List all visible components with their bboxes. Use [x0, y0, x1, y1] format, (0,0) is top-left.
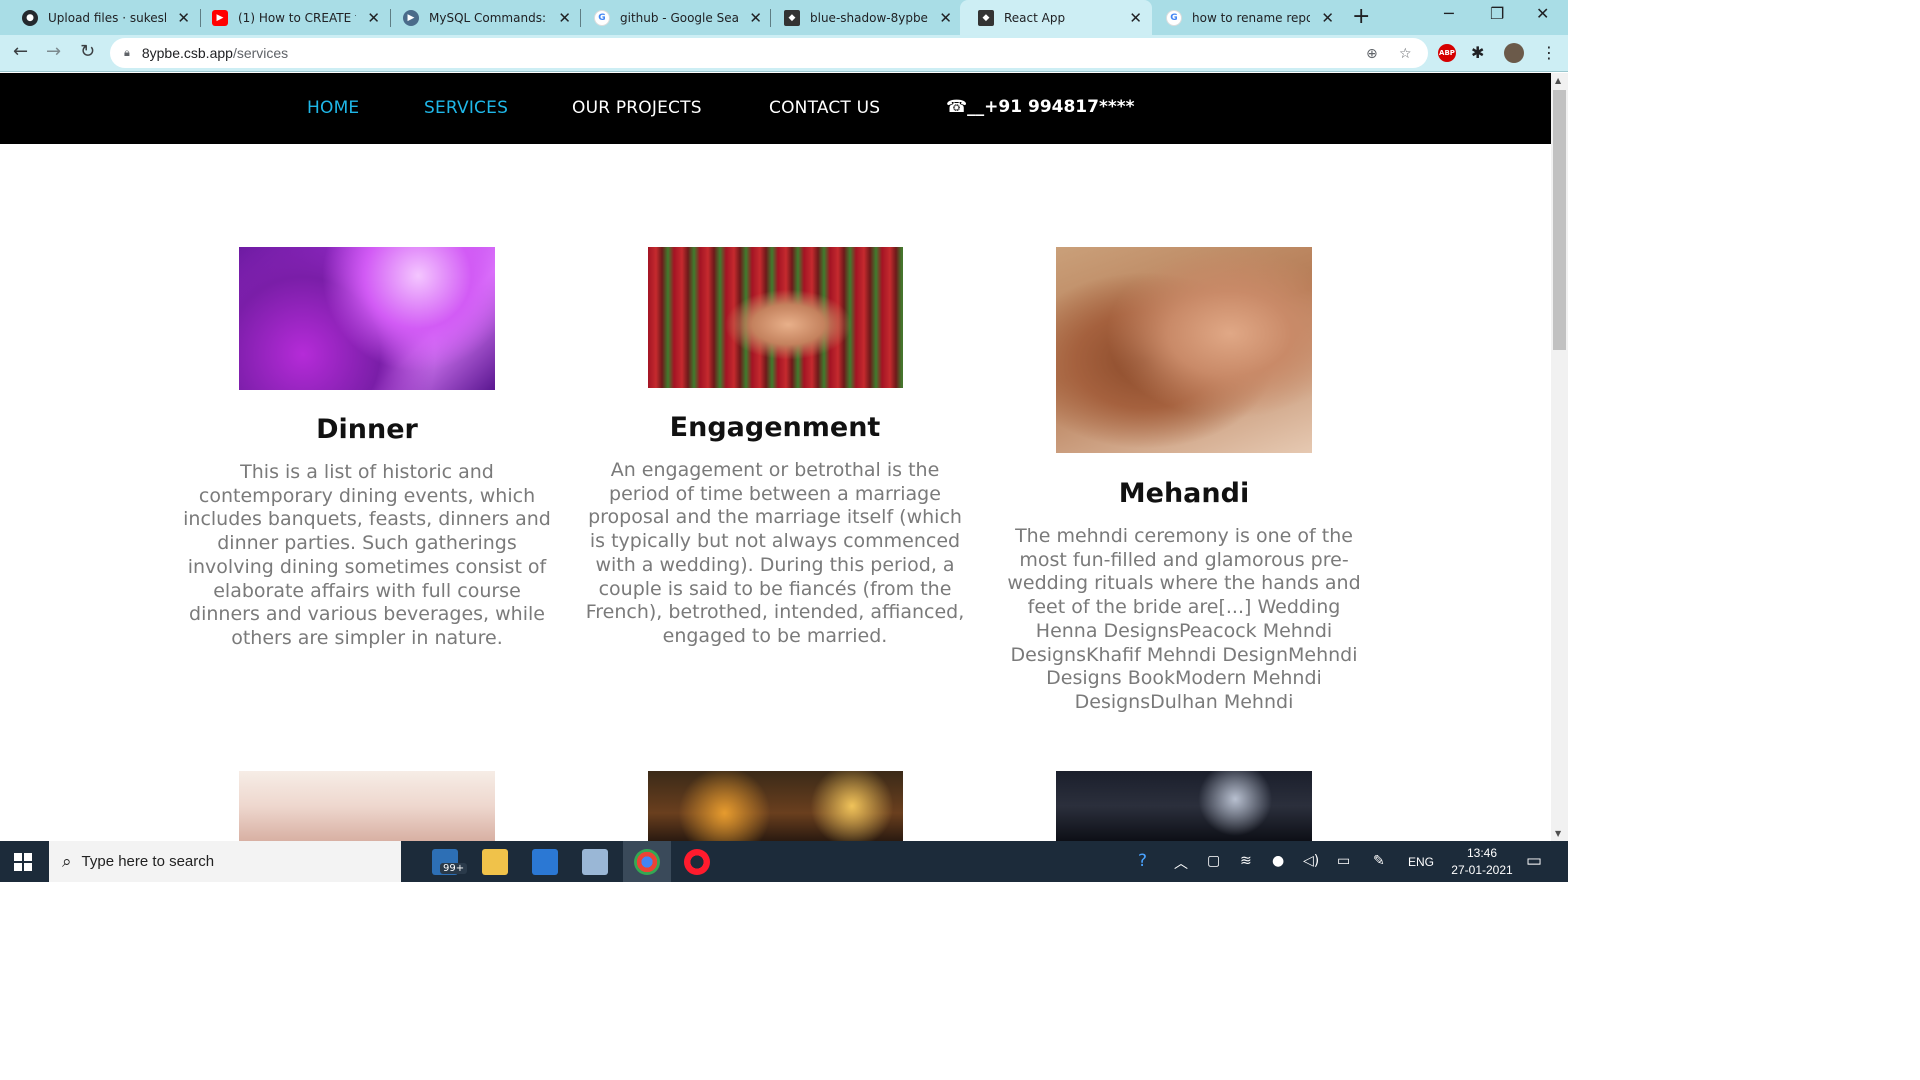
tab-youtube[interactable]: ▶ (1) How to CREATE the ✕ — [194, 0, 390, 35]
tab-title: how to rename reposit — [1192, 10, 1310, 25]
chrome-menu-icon[interactable]: ⋮ — [1541, 43, 1557, 62]
windows-taskbar: ⌕ Type here to search 99+ ? ︿ ▢ ≋ ● ◁) ▭… — [0, 841, 1568, 882]
profile-avatar[interactable] — [1504, 43, 1524, 63]
tab-title: github - Google Search — [620, 10, 738, 25]
tab-rename-repository[interactable]: G how to rename reposit ✕ — [1148, 0, 1344, 35]
youtube-icon: ▶ — [212, 9, 228, 26]
site-navbar: HOME SERVICES OUR PROJECTS CONTACT US ☎_… — [0, 73, 1551, 144]
card-description-dinner: This is a list of historic and contempor… — [183, 461, 551, 649]
card-description-mehandi: The mehndi ceremony is one of the most f… — [1007, 525, 1361, 713]
tab-codesandbox[interactable]: ◆ blue-shadow-8ypbe - C ✕ — [766, 0, 962, 35]
taskbar-search[interactable]: ⌕ Type here to search — [49, 841, 401, 882]
pen-icon[interactable]: ✎ — [1373, 853, 1385, 869]
codesandbox-icon: ◆ — [978, 9, 994, 26]
nav-home[interactable]: HOME — [307, 98, 359, 118]
github-icon: ● — [22, 9, 38, 26]
tab-title: blue-shadow-8ypbe - C — [810, 10, 928, 25]
card-description-engagement: An engagement or betrothal is the period… — [585, 459, 965, 647]
tab-title: React App — [1004, 10, 1066, 25]
card-title-mehandi: Mehandi — [1118, 478, 1250, 509]
dinner-image — [239, 247, 495, 390]
volume-icon[interactable]: ◁) — [1303, 853, 1319, 869]
microsoft-store-icon[interactable] — [532, 849, 558, 875]
close-tab-icon[interactable]: ✕ — [1129, 9, 1142, 27]
file-explorer-icon[interactable] — [482, 849, 508, 875]
windows-start-icon[interactable] — [14, 853, 32, 871]
google-icon: G — [1166, 9, 1182, 26]
chevron-up-icon[interactable]: ︿ — [1174, 853, 1188, 873]
codesandbox-icon: ◆ — [784, 9, 800, 26]
forward-icon[interactable]: → — [46, 41, 61, 62]
wifi-icon[interactable]: ≋ — [1240, 853, 1252, 869]
close-tab-icon[interactable]: ✕ — [1321, 9, 1334, 27]
google-icon: G — [594, 9, 610, 26]
lock-icon: 🔒︎ — [124, 46, 130, 59]
address-bar[interactable]: 🔒︎ 8ypbe.csb.app/services ⊕ ☆ — [110, 38, 1428, 68]
back-icon[interactable]: ← — [13, 41, 28, 62]
tab-react-app[interactable]: ◆ React App ✕ — [960, 0, 1152, 35]
browser-toolbar: ← → ↻ 🔒︎ 8ypbe.csb.app/services ⊕ ☆ ABP … — [0, 35, 1568, 72]
device-icon[interactable]: ▢ — [1207, 853, 1220, 869]
close-tab-icon[interactable]: ✕ — [939, 9, 952, 27]
tab-google-github[interactable]: G github - Google Search ✕ — [576, 0, 772, 35]
mail-badge: 99+ — [440, 863, 468, 874]
venue-image — [648, 771, 903, 841]
web-page: HOME SERVICES OUR PROJECTS CONTACT US ☎_… — [0, 73, 1551, 841]
dj-image — [1056, 771, 1312, 841]
search-placeholder: Type here to search — [81, 853, 215, 870]
close-tab-icon[interactable]: ✕ — [749, 9, 762, 27]
bookmark-star-icon[interactable]: ☆ — [1399, 46, 1412, 62]
close-tab-icon[interactable]: ✕ — [367, 9, 380, 27]
card-title-engagement: Engagenment — [669, 412, 881, 443]
new-tab-icon[interactable]: + — [1352, 4, 1370, 29]
card-title-dinner: Dinner — [316, 414, 418, 445]
adblock-plus-icon[interactable]: ABP — [1438, 44, 1456, 62]
mehandi-image — [1056, 247, 1312, 453]
tab-title: (1) How to CREATE the — [238, 10, 356, 25]
reload-icon[interactable]: ↻ — [80, 41, 95, 62]
control-panel-icon[interactable] — [582, 849, 608, 875]
clock-time: 13:46 — [1466, 846, 1498, 860]
tab-upload-files[interactable]: ● Upload files · sukeshku ✕ — [4, 0, 200, 35]
help-icon[interactable]: ? — [1138, 851, 1147, 871]
opera-icon[interactable] — [684, 849, 710, 875]
clock-date: 27-01-2021 — [1451, 863, 1513, 877]
wedding-image — [239, 771, 495, 841]
search-icon: ⌕ — [62, 851, 72, 872]
add-icon[interactable]: ⊕ — [1366, 46, 1378, 62]
tab-title: Upload files · sukeshku — [48, 10, 166, 25]
close-window-icon[interactable]: ✕ — [1536, 4, 1549, 23]
close-tab-icon[interactable]: ✕ — [558, 9, 571, 27]
close-tab-icon[interactable]: ✕ — [177, 9, 190, 27]
restore-icon[interactable]: ❐ — [1490, 4, 1504, 23]
chrome-icon[interactable] — [634, 849, 660, 875]
battery-icon[interactable]: ▭ — [1337, 853, 1350, 869]
scrollbar-thumb[interactable] — [1553, 90, 1566, 350]
tab-mysql[interactable]: ▶ MySQL Commands: Lis ✕ — [385, 0, 581, 35]
microphone-icon[interactable]: ● — [1272, 853, 1284, 869]
mysql-icon: ▶ — [403, 9, 419, 26]
minimize-icon[interactable]: ─ — [1444, 4, 1454, 23]
tab-title: MySQL Commands: Lis — [429, 10, 547, 25]
nav-services[interactable]: SERVICES — [424, 98, 508, 118]
scroll-down-icon[interactable]: ▼ — [1555, 829, 1561, 838]
nav-our-projects[interactable]: OUR PROJECTS — [572, 98, 702, 118]
page-scrollbar[interactable]: ▲ ▼ — [1551, 73, 1568, 841]
url-text[interactable]: 8ypbe.csb.app/services — [142, 45, 288, 61]
engagement-image — [648, 247, 903, 388]
language-indicator[interactable]: ENG — [1408, 855, 1434, 869]
taskbar-clock[interactable]: 13:46 27-01-2021 — [1440, 845, 1524, 879]
notifications-icon[interactable]: ▭ — [1526, 851, 1542, 871]
browser-tab-strip: ● Upload files · sukeshku ✕ ▶ (1) How to… — [0, 0, 1568, 35]
phone-number: ☎__+91 994817**** — [946, 97, 1135, 117]
extensions-puzzle-icon[interactable]: ✱ — [1471, 43, 1484, 62]
scroll-up-icon[interactable]: ▲ — [1555, 76, 1561, 85]
nav-contact-us[interactable]: CONTACT US — [769, 98, 880, 118]
